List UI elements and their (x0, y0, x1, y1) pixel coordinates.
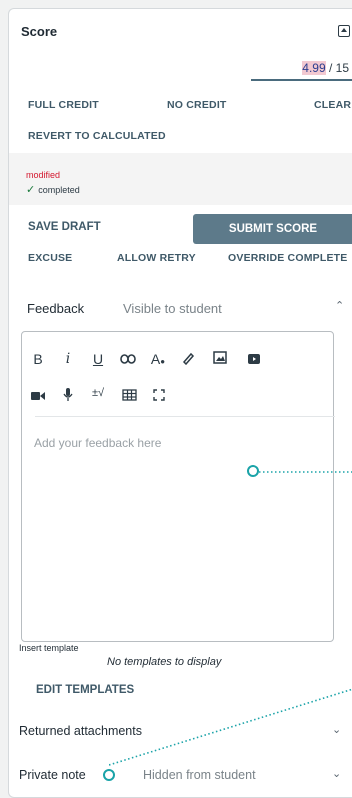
score-value-input[interactable]: 4.99 (302, 61, 326, 75)
video-icon[interactable] (26, 388, 50, 404)
revert-to-calculated-button[interactable]: REVERT TO CALCULATED (28, 130, 166, 142)
feedback-editor[interactable]: B i U A● ±√ (21, 331, 334, 642)
private-note-visibility: Hidden from student (143, 768, 256, 782)
editor-divider (35, 416, 335, 417)
no-templates-message: No templates to display (107, 656, 222, 668)
full-credit-button[interactable]: FULL CREDIT (28, 99, 99, 111)
completed-status: ✓ completed (26, 183, 80, 196)
underline-icon[interactable]: U (86, 351, 110, 367)
link-icon[interactable] (116, 351, 140, 367)
annotation-line (109, 688, 352, 766)
chevron-down-icon[interactable]: ⌄ (332, 767, 341, 780)
save-draft-button[interactable]: SAVE DRAFT (28, 221, 101, 233)
feedback-visibility: Visible to student (123, 301, 222, 316)
feedback-label[interactable]: Feedback (27, 301, 84, 316)
excuse-button[interactable]: EXCUSE (28, 252, 72, 264)
modified-status: modified (26, 170, 61, 180)
no-credit-button[interactable]: NO CREDIT (167, 99, 227, 111)
text-color-icon[interactable]: A● (146, 351, 170, 367)
private-note-label[interactable]: Private note (19, 768, 86, 782)
status-box (9, 153, 352, 205)
score-input-underline (251, 79, 352, 81)
annotation-marker (247, 465, 259, 477)
score-entry[interactable]: 4.99 / 15 (302, 61, 349, 75)
clear-button[interactable]: CLEAR (314, 99, 351, 111)
allow-retry-button[interactable]: ALLOW RETRY (117, 252, 196, 264)
annotation-line (259, 471, 352, 473)
microphone-icon[interactable] (56, 388, 80, 405)
bold-icon[interactable]: B (26, 351, 50, 367)
annotation-marker (103, 769, 115, 781)
fullscreen-icon[interactable] (147, 388, 171, 404)
insert-template-label: Insert template (19, 643, 79, 653)
override-complete-button[interactable]: OVERRIDE COMPLETE (228, 252, 348, 264)
chevron-up-icon[interactable]: ⌃ (335, 299, 344, 312)
math-icon[interactable]: ±√ (86, 387, 110, 399)
chevron-down-icon[interactable]: ⌄ (332, 723, 341, 736)
collapse-score-icon[interactable] (338, 25, 350, 37)
completed-label: completed (38, 185, 80, 195)
youtube-icon[interactable] (242, 351, 266, 367)
highlight-icon[interactable] (176, 351, 200, 368)
returned-attachments-label[interactable]: Returned attachments (19, 724, 142, 738)
feedback-placeholder[interactable]: Add your feedback here (34, 436, 161, 450)
table-icon[interactable] (117, 388, 141, 404)
score-title: Score (21, 24, 58, 39)
score-max: / 15 (325, 61, 349, 75)
italic-icon[interactable]: i (56, 351, 80, 367)
submit-score-button[interactable]: SUBMIT SCORE (193, 214, 352, 244)
image-icon[interactable] (208, 351, 232, 367)
checkmark-icon: ✓ (26, 184, 36, 196)
grading-panel: Score 4.99 / 15 FULL CREDIT NO CREDIT CL… (8, 8, 352, 798)
